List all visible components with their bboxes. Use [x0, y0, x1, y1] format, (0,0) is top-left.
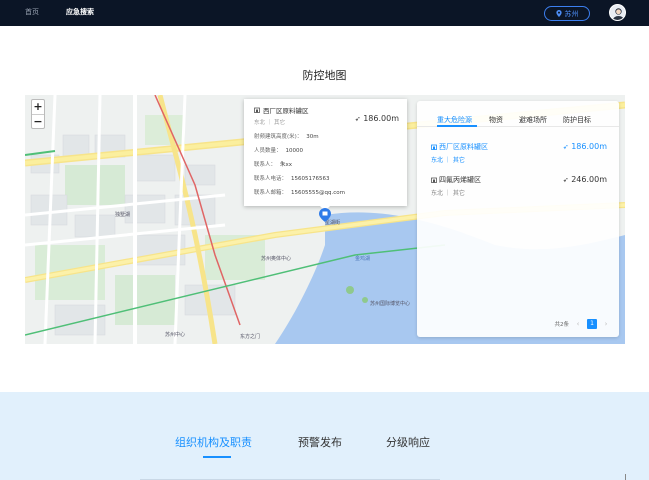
- map-label: 独墅湖: [115, 212, 131, 218]
- tab-protection-target[interactable]: 防护目标: [563, 115, 591, 125]
- tab-supplies[interactable]: 物资: [489, 115, 503, 125]
- page-number-button[interactable]: 1: [587, 319, 597, 329]
- next-page-button[interactable]: ›: [601, 319, 611, 329]
- navigate-icon: ➶: [354, 115, 361, 123]
- hazard-panel: 重大危险源 物资 避难场所 防护目标 西厂区原料罐区 东北 ｜ 其它 ➶ 186…: [417, 101, 619, 337]
- location-pin-icon: [555, 10, 562, 17]
- navigate-icon: ➶: [562, 176, 569, 184]
- nav-item-emergency-search[interactable]: 应急搜索: [66, 7, 94, 17]
- popup-distance: ➶ 186.00m: [354, 114, 399, 123]
- map-label: 苏州奥体中心: [261, 256, 292, 262]
- tab-underline: [437, 125, 477, 127]
- map-label: 苏州国际博览中心: [370, 301, 411, 307]
- list-item[interactable]: 四氟丙烯罐区 东北 ｜ 其它 ➶ 246.00m: [431, 175, 607, 197]
- nav-item-home[interactable]: 首页: [25, 7, 39, 17]
- list-item[interactable]: 西厂区原料罐区 东北 ｜ 其它 ➶ 186.00m: [431, 142, 607, 164]
- avatar[interactable]: [609, 4, 626, 21]
- popup-row: 联系人： 朱xx: [254, 162, 293, 168]
- map-label: 苏州中心: [165, 332, 186, 338]
- city-selector-button[interactable]: 苏州: [544, 6, 590, 21]
- map-label: 金鸡湖: [355, 256, 371, 262]
- zoom-in-button[interactable]: +: [32, 100, 44, 114]
- panel-tabs: 重大危险源 物资 避难场所 防护目标: [417, 101, 619, 127]
- location-popup: 西厂区原料罐区 ➶ 186.00m 东北 ｜ 其它 射频建筑高度(米)： 30m …: [244, 99, 407, 211]
- building-icon: [254, 107, 260, 113]
- zoom-out-button[interactable]: −: [32, 114, 44, 128]
- popup-row: 联系人电话： 15605176563: [254, 176, 330, 182]
- zoom-control: + −: [31, 99, 45, 129]
- page-title: 防控地图: [302, 69, 347, 82]
- bottom-section: 组织机构及职责 预警发布 分级响应: [0, 392, 649, 480]
- tab-major-hazard[interactable]: 重大危险源: [437, 115, 472, 125]
- tab-shelter[interactable]: 避难场所: [519, 115, 547, 125]
- popup-row: 射频建筑高度(米)： 30m: [254, 134, 319, 140]
- tab-warning-release[interactable]: 预警发布: [298, 434, 342, 450]
- navigate-icon: ➶: [562, 143, 569, 151]
- building-icon: [431, 144, 437, 150]
- tab-graded-response[interactable]: 分级响应: [386, 434, 430, 450]
- popup-name: 西厂区原料罐区: [263, 107, 309, 115]
- user-icon: [613, 8, 624, 20]
- building-icon: [431, 177, 437, 183]
- popup-row: 联系人邮箱： 15605555@qq.com: [254, 190, 345, 196]
- map-view[interactable]: + − 星湖街 苏州奥体中心 东方之门 苏州中心 金鸡湖 苏州国际博览中心 独墅…: [25, 95, 625, 344]
- map-label: 东方之门: [240, 334, 261, 340]
- prev-page-button[interactable]: ‹: [573, 319, 583, 329]
- top-nav: 首页 应急搜索 苏州: [0, 0, 649, 26]
- pagination-total: 共2条: [554, 322, 570, 328]
- divider: [625, 474, 626, 480]
- map-marker-icon[interactable]: [319, 208, 331, 222]
- popup-row: 人员数量： 10000: [254, 148, 304, 154]
- pagination: 共2条 ‹ 1 ›: [555, 319, 612, 329]
- bottom-tab-underline: [203, 456, 231, 458]
- tab-organization[interactable]: 组织机构及职责: [175, 434, 252, 450]
- city-label: 苏州: [564, 9, 579, 18]
